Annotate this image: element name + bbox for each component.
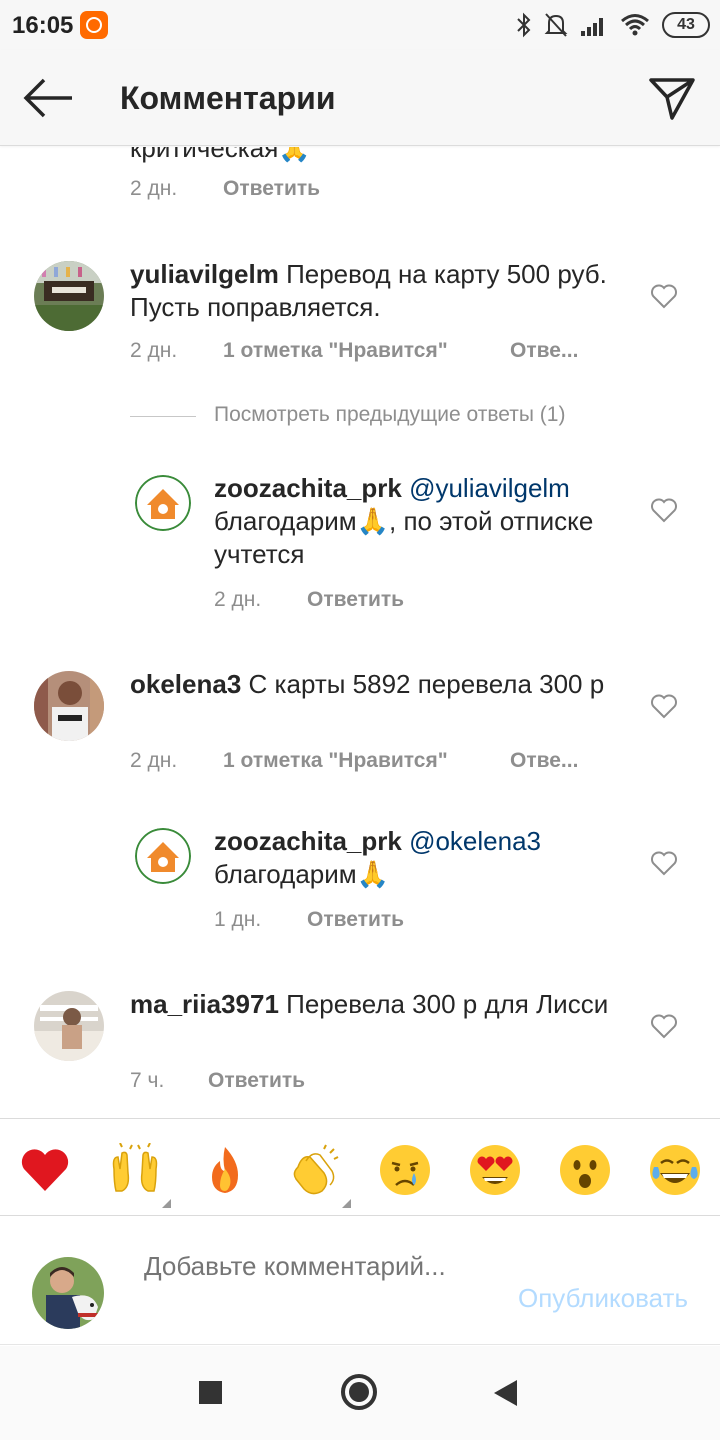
mi-icon [80, 11, 108, 39]
view-previous-replies[interactable]: Посмотреть предыдущие ответы (1) [130, 399, 690, 435]
comment-input[interactable] [144, 1249, 474, 1321]
likes-count[interactable]: 1 отметка "Нравится" [223, 749, 448, 773]
view-previous-label: Посмотреть предыдущие ответы (1) [214, 403, 566, 426]
reply-button[interactable]: Ответить [223, 177, 320, 201]
comment-body: ma_riia3971 Перевела 300 р для Лисси [130, 988, 620, 1021]
avatar[interactable] [34, 671, 104, 741]
comment-text: благодарим🙏 [214, 859, 390, 889]
comment-body: okelena3 С карты 5892 перевела 300 р [130, 668, 620, 701]
recents-button[interactable] [199, 1381, 222, 1404]
likes-count[interactable]: 1 отметка "Нравится" [223, 339, 448, 363]
astonished-face-icon[interactable] [558, 1143, 612, 1197]
send-button[interactable] [648, 74, 696, 122]
comment-text-partial: критическая🙏 [130, 147, 311, 163]
comment-composer: Опубликовать [0, 1217, 720, 1345]
current-user-avatar [32, 1257, 104, 1329]
comment-text: С карты 5892 перевела 300 р [248, 669, 605, 699]
red-heart-icon[interactable] [18, 1143, 72, 1197]
heart-icon[interactable] [650, 283, 678, 309]
comment-username[interactable]: yuliavilgelm [130, 259, 279, 289]
comments-list[interactable]: критическая🙏 2 дн. Ответить yuliavilgelm… [0, 147, 720, 1117]
comment-time: 2 дн. [214, 588, 262, 611]
battery-icon: 43 [662, 12, 710, 38]
heart-icon[interactable] [650, 497, 678, 523]
crying-face-icon[interactable] [378, 1143, 432, 1197]
reply-button[interactable]: Ответить [307, 908, 404, 932]
status-time: 16:05 [12, 12, 74, 39]
avatar[interactable] [34, 991, 104, 1061]
mention-link[interactable]: @okelena3 [409, 826, 541, 856]
avatar[interactable] [135, 475, 191, 531]
signal-icon [580, 13, 608, 37]
comment-username[interactable]: zoozachita_prk [214, 473, 402, 503]
clapping-hands-icon[interactable] [288, 1143, 342, 1197]
comment-username[interactable]: zoozachita_prk [214, 826, 402, 856]
reply-body: zoozachita_prk @yuliavilgelm благодарим🙏… [214, 472, 634, 571]
raising-hands-icon[interactable] [108, 1143, 162, 1197]
wifi-icon [620, 13, 650, 37]
bluetooth-icon [516, 12, 532, 38]
comment-username[interactable]: okelena3 [130, 669, 241, 699]
back-button[interactable] [22, 76, 74, 120]
home-button[interactable] [341, 1374, 377, 1410]
comment-time: 2 дн. [130, 749, 178, 772]
bell-off-icon [544, 12, 568, 38]
reply-button[interactable]: Ответить [208, 1069, 305, 1093]
comment-text: благодарим🙏, по этой отписке учтется [214, 506, 594, 569]
variant-indicator [162, 1199, 171, 1208]
comment-time: 2 дн. [130, 177, 178, 200]
heart-icon[interactable] [650, 693, 678, 719]
comment-time: 2 дн. [130, 339, 178, 362]
status-icons: 43 [516, 10, 710, 40]
avatar[interactable] [34, 261, 104, 331]
reply-body: zoozachita_prk @okelena3 благодарим🙏 [214, 825, 634, 891]
page-title: Комментарии [120, 80, 336, 116]
divider [130, 416, 196, 417]
comment-time: 7 ч. [130, 1069, 165, 1092]
status-bar: 16:05 43 [0, 0, 720, 50]
comment-username[interactable]: ma_riia3971 [130, 989, 279, 1019]
heart-icon[interactable] [650, 850, 678, 876]
heart-icon[interactable] [650, 1013, 678, 1039]
comment-text: Перевела 300 р для Лисси [286, 989, 609, 1019]
heart-eyes-face-icon[interactable] [468, 1143, 522, 1197]
paper-plane-icon [649, 78, 695, 120]
fire-icon[interactable] [198, 1143, 252, 1197]
variant-indicator [342, 1199, 351, 1208]
reply-button[interactable]: Отве... [510, 339, 578, 363]
avatar[interactable] [135, 828, 191, 884]
comment-body: yuliavilgelm Перевод на карту 500 руб. П… [130, 258, 620, 324]
arrow-left-icon [23, 78, 72, 118]
reply-button[interactable]: Отве... [510, 749, 578, 773]
tears-of-joy-face-icon[interactable] [648, 1143, 702, 1197]
comment-time: 1 дн. [214, 908, 262, 931]
top-bar: Комментарии [0, 50, 720, 146]
mention-link[interactable]: @yuliavilgelm [409, 473, 570, 503]
reply-button[interactable]: Ответить [307, 588, 404, 612]
emoji-quick-bar [0, 1118, 720, 1216]
system-nav-bar [0, 1346, 720, 1440]
system-back-button[interactable] [494, 1380, 517, 1406]
publish-button[interactable]: Опубликовать [518, 1283, 688, 1314]
